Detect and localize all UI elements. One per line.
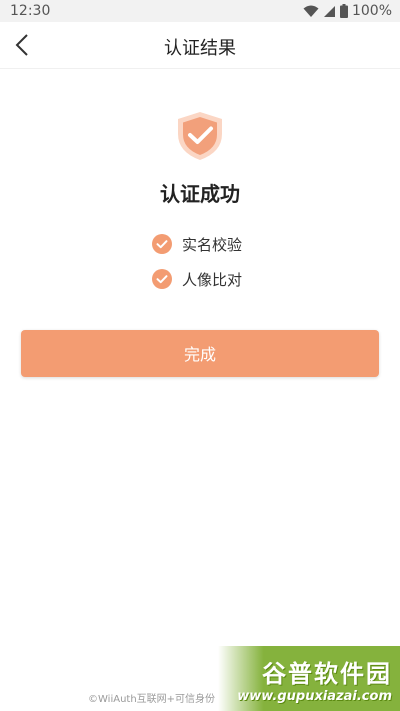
footer-text: ©WiiAuth互联网+可信身份 bbox=[88, 694, 216, 705]
check-item-face: 人像比对 bbox=[152, 267, 242, 291]
watermark-url: www.gupuxiazai.com bbox=[237, 688, 392, 704]
battery-level: 100% bbox=[351, 3, 392, 19]
check-label: 实名校验 bbox=[182, 235, 243, 254]
done-button[interactable]: 完成 bbox=[21, 330, 379, 377]
watermark-title: 谷普软件园 bbox=[262, 659, 392, 688]
status-icons: 100% bbox=[303, 3, 392, 19]
shield-check-icon bbox=[178, 112, 222, 160]
result-title: 认证成功 bbox=[160, 182, 240, 206]
signal-icon bbox=[323, 5, 335, 17]
battery-icon bbox=[339, 4, 348, 18]
wifi-icon bbox=[303, 5, 319, 17]
status-bar: 12:30 100% bbox=[0, 0, 400, 22]
check-item-name: 实名校验 bbox=[152, 232, 242, 256]
check-circle-icon bbox=[152, 234, 172, 254]
watermark: 谷普软件园 www.gupuxiazai.com bbox=[218, 646, 400, 711]
nav-bar: 认证结果 bbox=[0, 22, 400, 69]
status-time: 12:30 bbox=[10, 3, 51, 19]
check-label: 人像比对 bbox=[182, 270, 243, 289]
page-title: 认证结果 bbox=[164, 38, 236, 59]
check-list: 实名校验 人像比对 bbox=[152, 232, 242, 302]
check-circle-icon bbox=[152, 269, 172, 289]
